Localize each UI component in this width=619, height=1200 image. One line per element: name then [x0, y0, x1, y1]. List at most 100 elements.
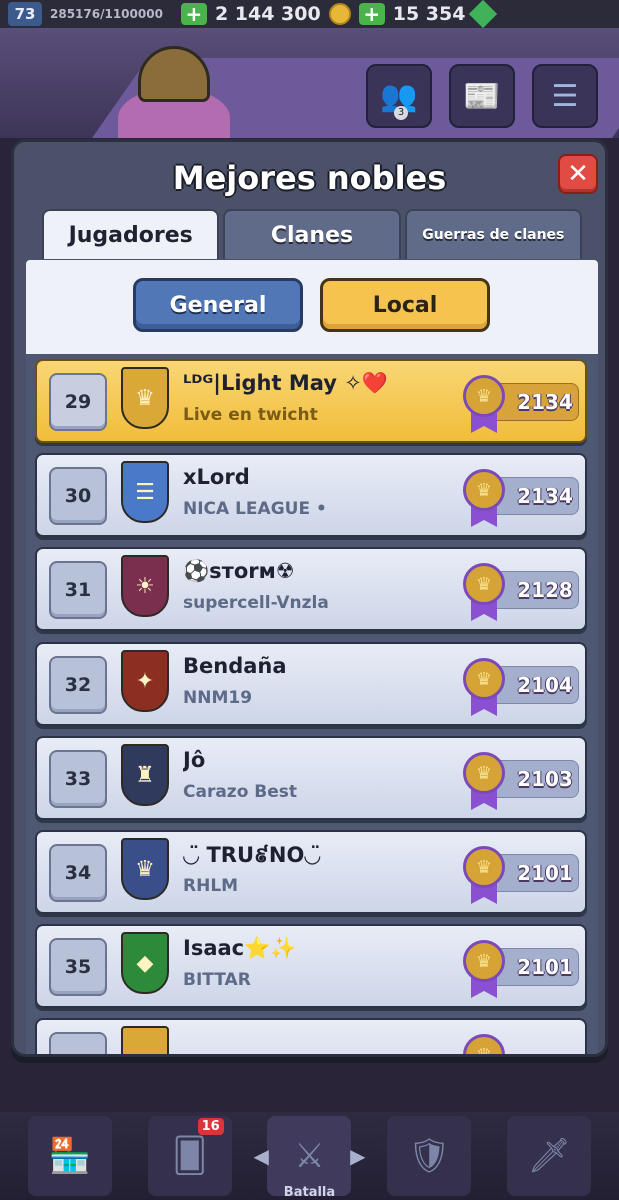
player-clan-name: NNM19 — [183, 688, 253, 708]
tab-clans[interactable]: Clanes — [223, 209, 401, 259]
close-icon: ✕ — [567, 159, 589, 189]
noble-medal-icon: ♛ — [463, 940, 505, 1000]
filter-panel: General Local — [26, 260, 598, 354]
cards-badge: 16 — [197, 1118, 224, 1135]
crown-icon: ♛ — [463, 658, 505, 700]
crown-icon: ♛ — [463, 469, 505, 511]
rank-number: 29 — [49, 373, 107, 431]
nav-shop[interactable]: 🏪 — [27, 1116, 112, 1196]
table-row[interactable]: 31 ☀ ⚽sтorм☢ supercell-Vnzla ♛ 2128 — [35, 547, 587, 631]
chevron-left-icon: ◀ — [253, 1144, 269, 1168]
table-row[interactable]: 29 ♛ ᴸᴰᴳ|Light May ✧❤️ Live en twicht ♛ 2134 — [35, 359, 587, 443]
player-name: ◡̈ TRU៩NO◡̈ — [183, 843, 321, 867]
nav-clan[interactable]: 🛡 — [387, 1116, 472, 1196]
player-name: ⚽sтorм☢ — [183, 559, 295, 583]
crown-icon: ♛ — [463, 1034, 505, 1054]
table-row[interactable]: 33 ♜ Jô Carazo Best ♛ 2103 — [35, 736, 587, 820]
friends-button[interactable]: 👥 3 — [366, 64, 432, 128]
badge-emblem-icon: ✦ — [135, 668, 155, 694]
table-row-partial[interactable]: ♛ — [35, 1018, 587, 1054]
news-button[interactable]: 📰 — [449, 64, 515, 128]
badge-emblem-icon: ♛ — [135, 856, 155, 882]
badge-emblem-icon: ☀ — [135, 573, 155, 599]
tab-bar: Jugadores Clanes Guerras de clanes — [42, 209, 582, 259]
badge-emblem-icon: ◆ — [136, 950, 154, 976]
xp-progress-text: 285176/1100000 — [50, 7, 163, 21]
badge-emblem-icon: ♛ — [135, 385, 155, 411]
noble-medal-icon: ♛ — [463, 469, 505, 529]
newspaper-icon: 📰 — [463, 78, 501, 114]
noble-medal-icon: ♛ — [463, 1034, 505, 1054]
hamburger-menu-icon: ☰ — [551, 78, 579, 114]
trophy-count: 2134 — [517, 390, 573, 414]
trophy-count: 2103 — [517, 767, 573, 791]
rank-number: 30 — [49, 467, 107, 525]
resource-bar: 73 285176/1100000 + 2 144 300 + 15 354 — [0, 0, 619, 29]
clan-badge-icon: ♛ — [121, 367, 169, 429]
bottom-nav: 🏪 🂠 16 ◀ ⚔ ▶ Batalla 🛡 🗡 — [0, 1112, 619, 1200]
nav-battle[interactable]: ◀ ⚔ ▶ Batalla — [253, 1116, 365, 1200]
gem-icon — [469, 0, 498, 29]
table-row[interactable]: 35 ◆ Isaac⭐✨ BITTAR ♛ 2101 — [35, 924, 587, 1008]
clan-badge-icon: ☰ — [121, 461, 169, 523]
noble-medal-icon: ♛ — [463, 846, 505, 906]
crossed-swords-icon: ⚔ — [294, 1136, 325, 1176]
clan-badge-icon: ✦ — [121, 650, 169, 712]
menu-button[interactable]: ☰ — [532, 64, 598, 128]
player-name: Jô — [183, 748, 206, 772]
table-row[interactable]: 32 ✦ Bendaña NNM19 ♛ 2104 — [35, 642, 587, 726]
battle-label: Batalla — [283, 1185, 336, 1200]
trophy-count: 2101 — [517, 955, 573, 979]
player-name: ᴸᴰᴳ|Light May ✧❤️ — [183, 371, 389, 395]
player-clan-name: Live en twicht — [183, 405, 318, 425]
noble-medal-icon: ♛ — [463, 658, 505, 718]
player-name: Isaac⭐✨ — [183, 936, 297, 960]
buy-gems-button[interactable]: + — [358, 3, 385, 25]
rank-number: 32 — [49, 656, 107, 714]
crown-icon: ♛ — [463, 846, 505, 888]
player-clan-name: supercell-Vnzla — [183, 593, 329, 613]
crown-icon: ♛ — [463, 940, 505, 982]
tab-players[interactable]: Jugadores — [42, 209, 220, 259]
home-scene: 👥 3 📰 ☰ — [0, 28, 619, 138]
gold-coin-icon — [328, 3, 351, 25]
table-row[interactable]: 30 ☰ xLord NICA LEAGUE • ♛ 2134 — [35, 453, 587, 537]
cards-icon: 🂠 — [172, 1136, 208, 1176]
player-name: xLord — [183, 465, 250, 489]
trophy-count: 2104 — [517, 673, 573, 697]
badge-emblem-icon: ♜ — [135, 762, 155, 788]
player-clan-name: NICA LEAGUE • — [183, 499, 327, 519]
chevron-right-icon: ▶ — [350, 1144, 366, 1168]
clan-badge-icon: ☀ — [121, 555, 169, 617]
trophy-count: 2128 — [517, 578, 573, 602]
rank-number: 33 — [49, 750, 107, 808]
local-filter-button[interactable]: Local — [320, 278, 490, 332]
clan-badge-icon: ◆ — [121, 932, 169, 994]
level-badge: 73 — [8, 2, 42, 26]
events-icon: 🗡 — [527, 1136, 571, 1176]
noble-medal-icon: ♛ — [463, 375, 505, 435]
clan-shield-icon: 🛡 — [407, 1136, 451, 1176]
crown-icon: ♛ — [463, 375, 505, 417]
rank-number: 34 — [49, 844, 107, 902]
badge-emblem-icon: ☰ — [135, 479, 155, 505]
close-button[interactable]: ✕ — [558, 154, 598, 194]
princess-hat — [138, 46, 210, 102]
buy-gold-button[interactable]: + — [180, 3, 207, 25]
table-row[interactable]: 34 ♛ ◡̈ TRU៩NO◡̈ RHLM ♛ 2101 — [35, 830, 587, 914]
clan-badge-icon — [121, 1026, 169, 1054]
leaderboard-list[interactable]: 29 ♛ ᴸᴰᴳ|Light May ✧❤️ Live en twicht ♛ 2134 3… — [26, 354, 598, 1054]
trophy-count: 2101 — [517, 861, 573, 885]
gem-amount: 15 354 — [392, 3, 466, 25]
crown-icon: ♛ — [463, 752, 505, 794]
tab-clan-wars[interactable]: Guerras de clanes — [404, 209, 582, 259]
nav-events[interactable]: 🗡 — [507, 1116, 592, 1196]
general-filter-button[interactable]: General — [133, 278, 303, 332]
friends-count: 3 — [394, 106, 408, 120]
trophy-count: 2134 — [517, 484, 573, 508]
nav-cards[interactable]: 🂠 16 — [147, 1116, 232, 1196]
rank-number — [49, 1032, 107, 1054]
gold-amount: 2 144 300 — [214, 3, 321, 25]
noble-medal-icon: ♛ — [463, 752, 505, 812]
rank-number: 35 — [49, 938, 107, 996]
